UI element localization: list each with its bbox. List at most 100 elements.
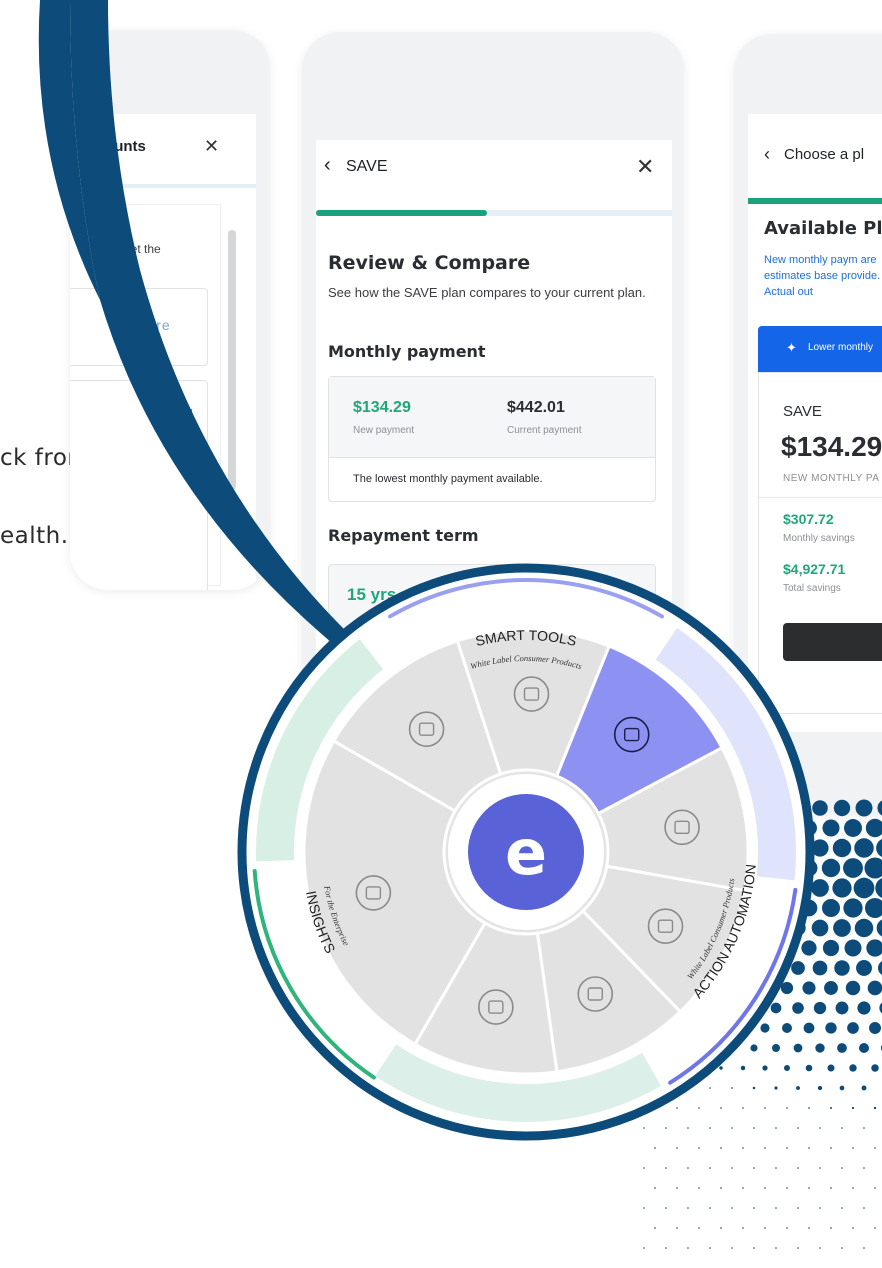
halftone-dot [720, 1227, 722, 1229]
halftone-dot [775, 1207, 777, 1209]
halftone-dot [821, 858, 841, 878]
halftone-dot [830, 1227, 832, 1229]
halftone-dot [808, 1187, 810, 1189]
halftone-dot [676, 1187, 678, 1189]
halftone-dot [841, 1167, 843, 1169]
halftone-dot [665, 1167, 667, 1169]
halftone-dot [742, 1147, 744, 1149]
halftone-dot [698, 1187, 700, 1189]
halftone-dot [654, 1187, 656, 1189]
halftone-dot [835, 1001, 849, 1015]
halftone-dot [687, 1207, 689, 1209]
halftone-dot [866, 939, 882, 957]
halftone-dot [830, 1187, 832, 1189]
halftone-dot [861, 1085, 867, 1091]
halftone-dot [873, 1106, 877, 1110]
halftone-dot [709, 1167, 711, 1169]
halftone-dot [869, 1022, 881, 1034]
halftone-dot [843, 898, 863, 918]
halftone-dot [874, 1147, 876, 1149]
halftone-dot [786, 1147, 788, 1149]
halftone-dot [808, 1227, 810, 1229]
halftone-dot [830, 1147, 832, 1149]
halftone-dot [874, 1187, 876, 1189]
halftone-dot [837, 1043, 847, 1053]
halftone-dot [753, 1247, 755, 1249]
halftone-dot [775, 1167, 777, 1169]
halftone-dot [665, 1207, 667, 1209]
halftone-dot [849, 1064, 857, 1072]
halftone-dot [819, 1127, 821, 1129]
halftone-dot [821, 898, 841, 918]
halftone-dot [709, 1207, 711, 1209]
halftone-dot [852, 1227, 854, 1229]
halftone-dot [665, 1247, 667, 1249]
platform-wheel: e SMART TOOLS White Label Consumer Produ… [237, 563, 815, 1141]
halftone-dot [797, 1247, 799, 1249]
halftone-dot [863, 1207, 865, 1209]
halftone-dot [864, 857, 882, 879]
halftone-dot [775, 1247, 777, 1249]
halftone-dot [786, 1187, 788, 1189]
halftone-dot [857, 1001, 871, 1015]
halftone-dot [687, 1167, 689, 1169]
halftone-dot [797, 1167, 799, 1169]
halftone-dot [839, 1085, 845, 1091]
halftone-dot [871, 1064, 879, 1072]
halftone-dot [867, 980, 882, 996]
halftone-dot [827, 1064, 835, 1072]
halftone-dot [855, 799, 873, 817]
halftone-dot [865, 818, 882, 838]
halftone-dot [815, 1043, 825, 1053]
halftone-dot [643, 1167, 645, 1169]
halftone-dot [863, 1127, 865, 1129]
halftone-dot [858, 1042, 870, 1054]
halftone-dot [852, 1187, 854, 1189]
halftone-dot [877, 800, 882, 816]
halftone-dot [698, 1227, 700, 1229]
halftone-dot [844, 939, 862, 957]
halftone-dot [764, 1147, 766, 1149]
halftone-dot [709, 1247, 711, 1249]
halftone-dot [829, 1106, 833, 1110]
halftone-dot [819, 1247, 821, 1249]
halftone-dot [731, 1207, 733, 1209]
halftone-dot [764, 1187, 766, 1189]
halftone-dot [875, 878, 882, 898]
halftone-dot [654, 1227, 656, 1229]
halftone-dot [786, 1227, 788, 1229]
halftone-dot [834, 960, 850, 976]
halftone-dot [822, 819, 840, 837]
halftone-dot [854, 838, 874, 858]
halftone-dot [864, 897, 882, 919]
halftone-dot [854, 918, 874, 938]
halftone-dot [654, 1147, 656, 1149]
halftone-dot [877, 961, 882, 975]
halftone-dot [720, 1147, 722, 1149]
halftone-dot [797, 1207, 799, 1209]
halftone-dot [676, 1227, 678, 1229]
halftone-dot [863, 1167, 865, 1169]
halftone-dot [742, 1227, 744, 1229]
halftone-dot [841, 1247, 843, 1249]
halftone-dot [841, 1127, 843, 1129]
halftone-dot [742, 1187, 744, 1189]
halftone-dot [643, 1207, 645, 1209]
halftone-dot [844, 819, 862, 837]
halftone-dot [753, 1167, 755, 1169]
halftone-dot [764, 1227, 766, 1229]
halftone-dot [687, 1247, 689, 1249]
halftone-dot [853, 877, 875, 899]
halftone-dot [819, 1207, 821, 1209]
halftone-dot [843, 858, 863, 878]
promo-graphic: ck from ealth. accounts ✕ icers to get t… [0, 0, 882, 1268]
halftone-dot [874, 1227, 876, 1229]
halftone-dot [852, 1147, 854, 1149]
halftone-dot [833, 919, 851, 937]
halftone-dot [825, 1022, 837, 1034]
halftone-dot [698, 1147, 700, 1149]
halftone-dot [808, 1147, 810, 1149]
halftone-dot [856, 960, 872, 976]
halftone-dot [819, 1167, 821, 1169]
halftone-dot [832, 838, 852, 858]
